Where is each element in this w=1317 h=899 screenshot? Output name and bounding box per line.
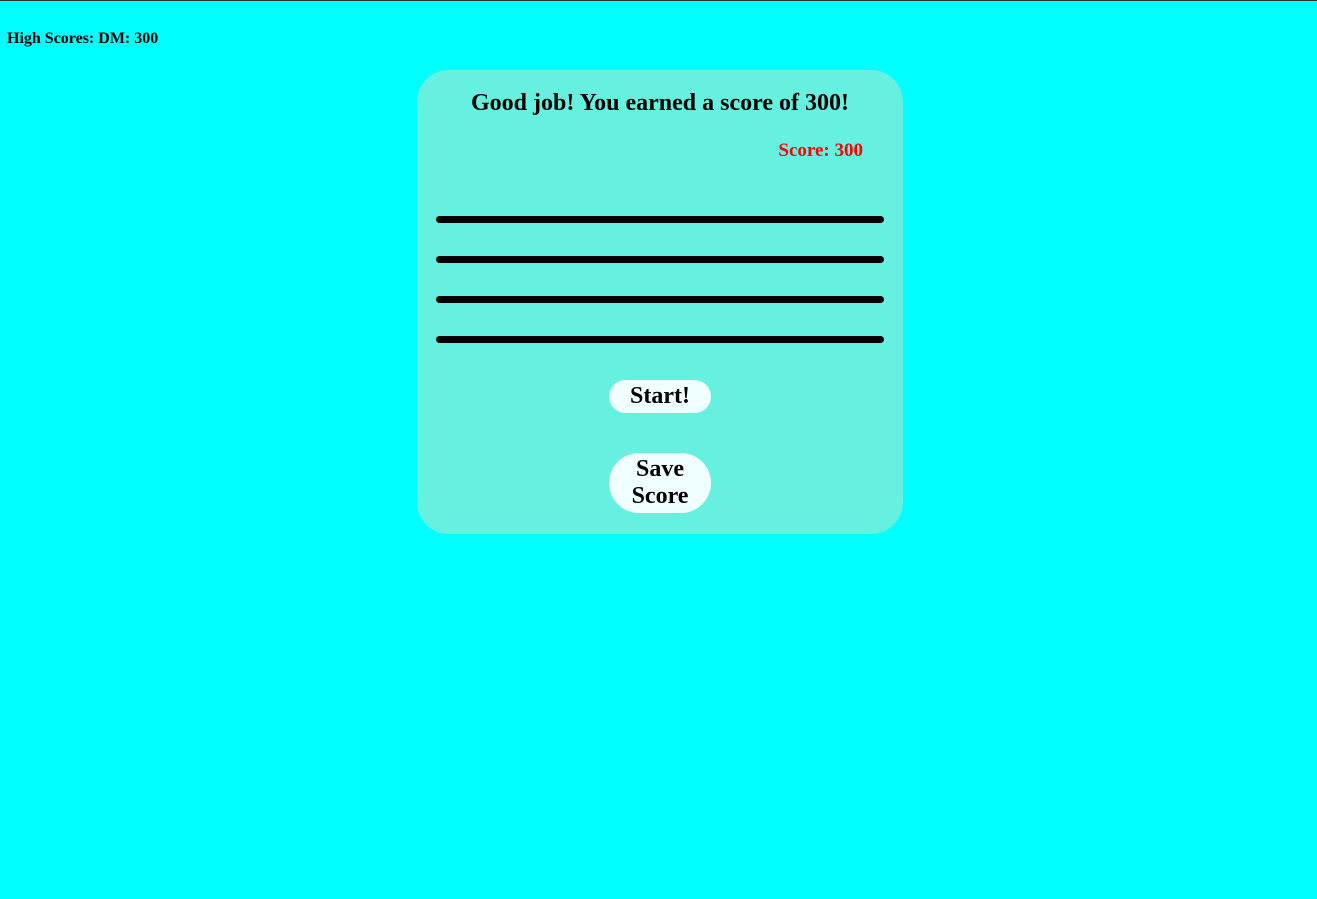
- score-display: Score: 300: [778, 140, 863, 161]
- quiz-panel: Good job! You earned a score of 300! Sco…: [417, 70, 903, 534]
- answer-line-3: [436, 296, 884, 303]
- result-message: Good job! You earned a score of 300!: [471, 90, 849, 116]
- start-button[interactable]: Start!: [609, 380, 711, 413]
- high-scores-label: High Scores: DM: 300: [7, 30, 159, 47]
- save-score-button[interactable]: Save Score: [609, 453, 711, 513]
- answer-line-4: [436, 336, 884, 343]
- answer-line-2: [436, 256, 884, 263]
- answer-line-1: [436, 216, 884, 223]
